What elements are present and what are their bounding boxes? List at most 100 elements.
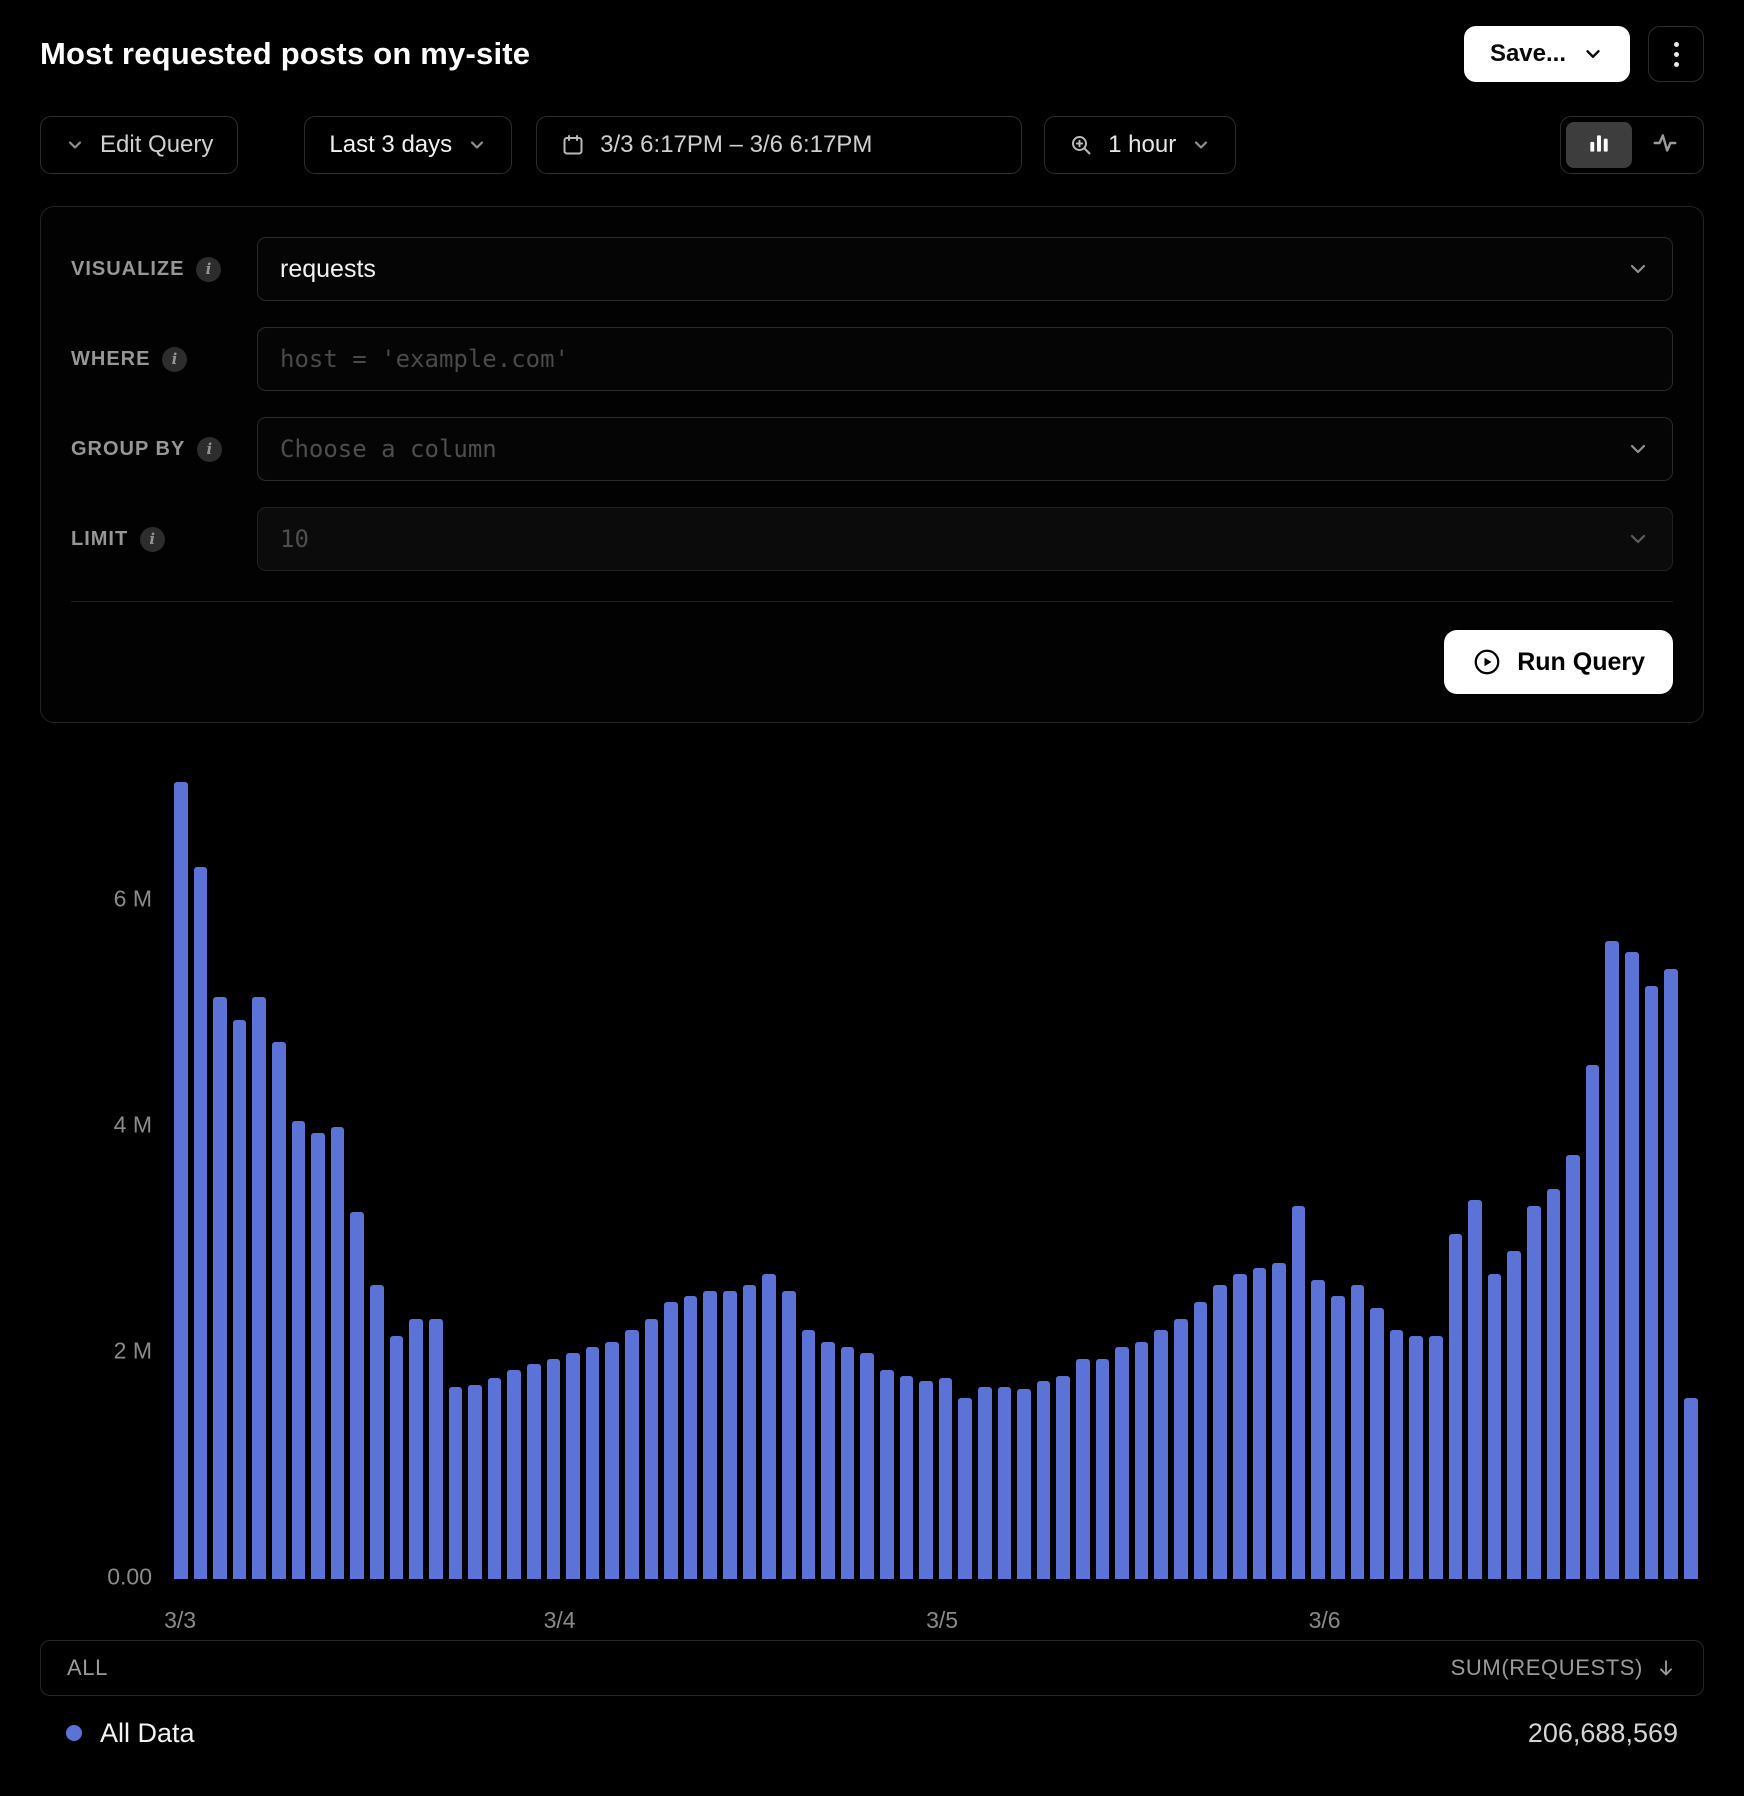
group-by-select[interactable]: Choose a column bbox=[257, 417, 1673, 481]
bar[interactable] bbox=[1507, 1251, 1521, 1579]
bar[interactable] bbox=[1076, 1359, 1090, 1579]
info-icon[interactable]: i bbox=[162, 347, 187, 372]
bar[interactable] bbox=[1586, 1065, 1600, 1579]
bar[interactable] bbox=[1272, 1263, 1286, 1579]
granularity-dropdown[interactable]: 1 hour bbox=[1044, 116, 1236, 174]
bar[interactable] bbox=[1625, 952, 1639, 1579]
bar[interactable] bbox=[1488, 1274, 1502, 1579]
analytics-dashboard: Most requested posts on my-site Save... … bbox=[0, 0, 1744, 1796]
bar[interactable] bbox=[1135, 1342, 1149, 1579]
bar[interactable] bbox=[1370, 1308, 1384, 1579]
bar[interactable] bbox=[1194, 1302, 1208, 1579]
date-range-picker[interactable]: 3/3 6:17PM – 3/6 6:17PM bbox=[536, 116, 1022, 174]
bar[interactable] bbox=[1017, 1389, 1031, 1579]
bar[interactable] bbox=[213, 997, 227, 1579]
bar[interactable] bbox=[1056, 1376, 1070, 1579]
bar-chart-toggle[interactable] bbox=[1566, 122, 1632, 168]
bar[interactable] bbox=[252, 997, 266, 1579]
bar[interactable] bbox=[1253, 1268, 1267, 1579]
bar[interactable] bbox=[762, 1274, 776, 1579]
bar[interactable] bbox=[292, 1121, 306, 1579]
bar[interactable] bbox=[1174, 1319, 1188, 1579]
bar[interactable] bbox=[978, 1387, 992, 1579]
bar[interactable] bbox=[507, 1370, 521, 1579]
bar[interactable] bbox=[821, 1342, 835, 1579]
bar[interactable] bbox=[566, 1353, 580, 1579]
bar[interactable] bbox=[625, 1330, 639, 1579]
edit-query-button[interactable]: Edit Query bbox=[40, 116, 238, 174]
bar[interactable] bbox=[802, 1330, 816, 1579]
bar[interactable] bbox=[1527, 1206, 1541, 1579]
bar[interactable] bbox=[939, 1378, 953, 1579]
bar[interactable] bbox=[390, 1336, 404, 1579]
bar[interactable] bbox=[488, 1378, 502, 1579]
bar[interactable] bbox=[194, 867, 208, 1579]
bar[interactable] bbox=[1351, 1285, 1365, 1579]
bar[interactable] bbox=[429, 1319, 443, 1579]
bar[interactable] bbox=[1409, 1336, 1423, 1579]
bar[interactable] bbox=[723, 1291, 737, 1579]
bar[interactable] bbox=[1429, 1336, 1443, 1579]
where-input[interactable] bbox=[280, 345, 1650, 373]
limit-select[interactable]: 10 bbox=[257, 507, 1673, 571]
line-chart-toggle[interactable] bbox=[1632, 122, 1698, 168]
bar[interactable] bbox=[919, 1381, 933, 1579]
bar[interactable] bbox=[1449, 1234, 1463, 1579]
bar[interactable] bbox=[1390, 1330, 1404, 1579]
bar[interactable] bbox=[860, 1353, 874, 1579]
info-icon[interactable]: i bbox=[197, 437, 222, 462]
bar[interactable] bbox=[527, 1364, 541, 1579]
bar[interactable] bbox=[1645, 986, 1659, 1579]
bar[interactable] bbox=[331, 1127, 345, 1579]
chevron-down-icon bbox=[1626, 437, 1650, 461]
where-field[interactable] bbox=[257, 327, 1673, 391]
bar[interactable] bbox=[1566, 1155, 1580, 1579]
bar[interactable] bbox=[684, 1296, 698, 1579]
bar[interactable] bbox=[311, 1133, 325, 1579]
bar[interactable] bbox=[1233, 1274, 1247, 1579]
bar[interactable] bbox=[1037, 1381, 1051, 1579]
bar[interactable] bbox=[272, 1042, 286, 1579]
bar[interactable] bbox=[900, 1376, 914, 1579]
bar[interactable] bbox=[1331, 1296, 1345, 1579]
bar[interactable] bbox=[1684, 1398, 1698, 1579]
bar[interactable] bbox=[350, 1212, 364, 1579]
kebab-menu-button[interactable] bbox=[1648, 26, 1704, 82]
bar[interactable] bbox=[782, 1291, 796, 1579]
bar[interactable] bbox=[1292, 1206, 1306, 1579]
save-button[interactable]: Save... bbox=[1464, 26, 1630, 82]
run-query-button[interactable]: Run Query bbox=[1444, 630, 1673, 694]
bar[interactable] bbox=[605, 1342, 619, 1579]
bar[interactable] bbox=[958, 1398, 972, 1579]
info-icon[interactable]: i bbox=[140, 527, 165, 552]
bar[interactable] bbox=[1468, 1200, 1482, 1579]
bar[interactable] bbox=[547, 1359, 561, 1579]
bar[interactable] bbox=[1096, 1359, 1110, 1579]
bar[interactable] bbox=[1115, 1347, 1129, 1579]
result-table-row[interactable]: All Data 206,688,569 bbox=[40, 1696, 1704, 1770]
bar[interactable] bbox=[370, 1285, 384, 1579]
bar[interactable] bbox=[1664, 969, 1678, 1579]
bar[interactable] bbox=[1154, 1330, 1168, 1579]
bar[interactable] bbox=[841, 1347, 855, 1579]
sum-column-header[interactable]: SUM(REQUESTS) bbox=[1451, 1655, 1677, 1681]
bar[interactable] bbox=[468, 1385, 482, 1579]
bar[interactable] bbox=[174, 782, 188, 1579]
bar[interactable] bbox=[743, 1285, 757, 1579]
time-range-dropdown[interactable]: Last 3 days bbox=[304, 116, 512, 174]
visualize-select[interactable]: requests bbox=[257, 237, 1673, 301]
info-icon[interactable]: i bbox=[196, 257, 221, 282]
bar[interactable] bbox=[1311, 1280, 1325, 1579]
bar[interactable] bbox=[664, 1302, 678, 1579]
bar[interactable] bbox=[645, 1319, 659, 1579]
bar[interactable] bbox=[1605, 941, 1619, 1579]
bar[interactable] bbox=[703, 1291, 717, 1579]
bar[interactable] bbox=[1547, 1189, 1561, 1579]
bar[interactable] bbox=[409, 1319, 423, 1579]
bar[interactable] bbox=[233, 1020, 247, 1579]
bar[interactable] bbox=[1213, 1285, 1227, 1579]
bar[interactable] bbox=[880, 1370, 894, 1579]
bar[interactable] bbox=[998, 1387, 1012, 1579]
bar[interactable] bbox=[449, 1387, 463, 1579]
bar[interactable] bbox=[586, 1347, 600, 1579]
